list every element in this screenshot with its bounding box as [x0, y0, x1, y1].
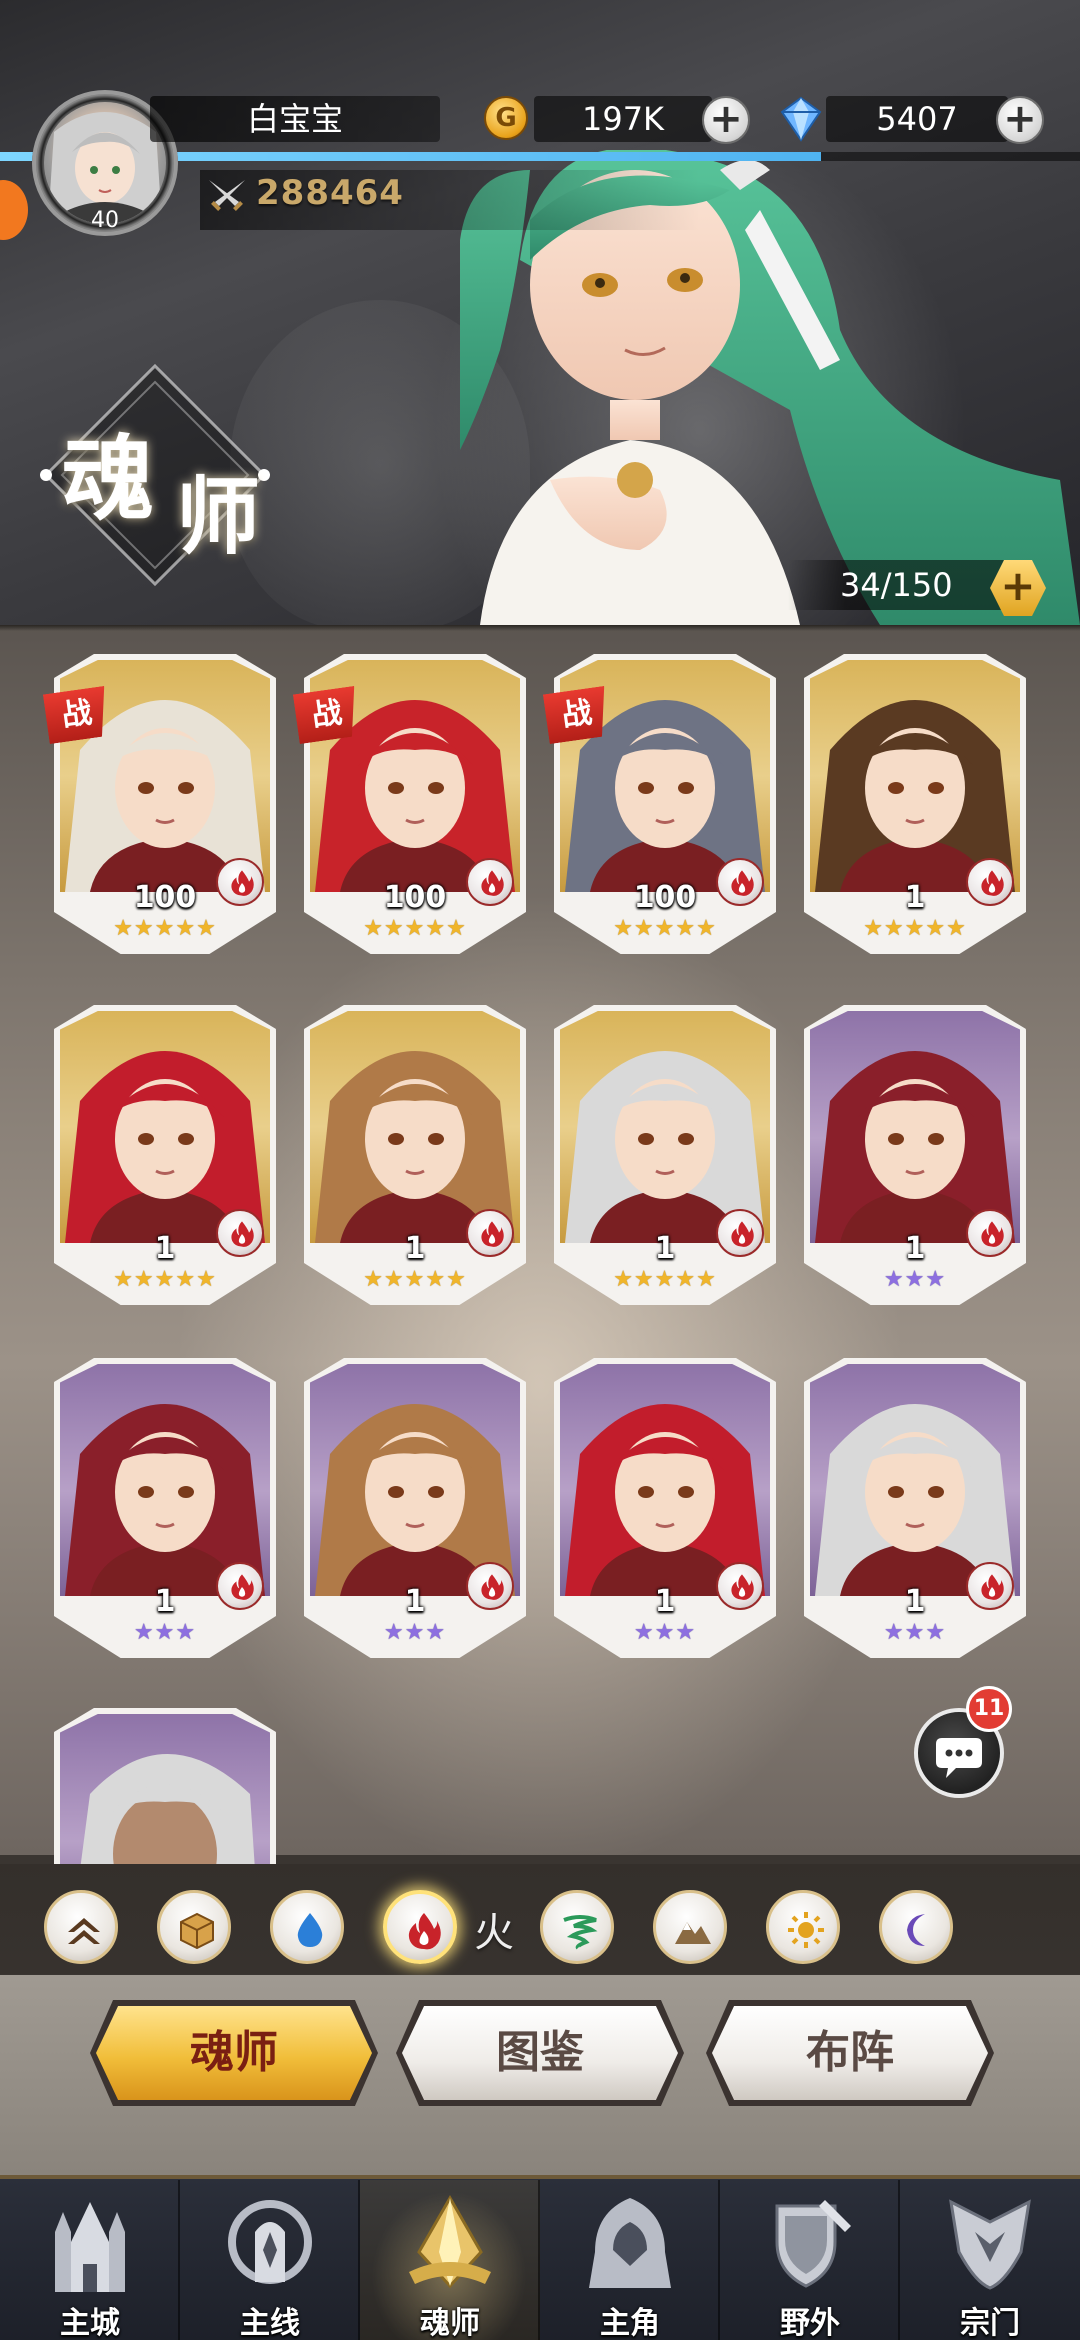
quest-portal-icon	[228, 2200, 312, 2284]
nav-main-line[interactable]: 主线	[180, 2180, 360, 2340]
hero-star-rating: ★★★★★	[613, 916, 717, 941]
in-battle-tag: 战	[43, 686, 111, 744]
fire-icon	[716, 858, 764, 906]
hero-card[interactable]: 战 100 ★★★★★	[554, 654, 776, 954]
filter-box[interactable]	[157, 1890, 231, 1964]
shield-sword-icon	[775, 2200, 851, 2288]
player-level: 40	[91, 208, 119, 233]
hero-star-rating: ★★★★★	[863, 916, 967, 941]
gold-coin-icon: G	[484, 96, 528, 140]
tab-formation[interactable]: 布阵	[712, 2006, 988, 2100]
hero-star-rating: ★★★★★	[113, 916, 217, 941]
tab-soul-master[interactable]: 魂师	[96, 2006, 372, 2100]
earth-icon	[675, 1922, 711, 1944]
fire-icon	[408, 1913, 441, 1950]
crystal-emblem-icon	[409, 2194, 491, 2289]
hero-star-rating: ★★★★★	[363, 1267, 467, 1292]
fire-icon	[216, 1209, 264, 1257]
castle-icon	[55, 2202, 125, 2292]
hero-card[interactable]: 1 ★★★	[54, 1358, 276, 1658]
hero-star-rating: ★★★★★	[113, 1267, 217, 1292]
hero-card-partial[interactable]	[54, 1708, 276, 1864]
hero-card[interactable]: 战 100 ★★★★★	[54, 654, 276, 954]
light-icon	[788, 1912, 824, 1948]
hero-star-rating: ★★★	[883, 1620, 947, 1645]
tab-codex[interactable]: 图鉴	[402, 2006, 678, 2100]
avatar[interactable]	[44, 102, 166, 224]
fire-icon	[216, 858, 264, 906]
filter-rank-up[interactable]	[44, 1890, 118, 1964]
fire-icon	[466, 858, 514, 906]
add-diamond-button[interactable]: +	[996, 96, 1044, 144]
hero-star-rating: ★★★	[133, 1620, 197, 1645]
hooded-figure-icon	[589, 2198, 671, 2288]
hero-card[interactable]: 1 ★★★★★	[804, 654, 1026, 954]
chat-bubble-icon	[936, 1738, 982, 1778]
crossed-swords-icon	[209, 180, 245, 211]
nav-protagonist[interactable]: 主角	[540, 2180, 720, 2340]
side-pet-icon[interactable]	[0, 180, 28, 240]
sect-crest-icon	[949, 2199, 1031, 2290]
fire-icon	[966, 1562, 1014, 1610]
filter-water[interactable]	[270, 1890, 344, 1964]
nav-wild-label: 野外	[780, 2306, 840, 2340]
hero-star-rating: ★★★	[883, 1267, 947, 1292]
nav-protagonist-label: 主角	[600, 2306, 660, 2340]
hero-star-rating: ★★★	[633, 1620, 697, 1645]
hero-portrait	[60, 1714, 270, 1864]
hero-star-rating: ★★★★★	[613, 1267, 717, 1292]
content-divider	[0, 625, 1080, 631]
fire-icon	[466, 1562, 514, 1610]
active-filter-label: 火	[474, 1910, 514, 1956]
combat-power-value: 288464	[256, 173, 404, 213]
page-title-char-2: 师	[176, 467, 261, 566]
fire-icon	[966, 1209, 1014, 1257]
nav-soul-master[interactable]: 魂师	[360, 2180, 540, 2340]
hero-star-rating: ★★★	[383, 1620, 447, 1645]
hero-card[interactable]: 1 ★★★	[804, 1358, 1026, 1658]
fire-icon	[216, 1562, 264, 1610]
filter-dark[interactable]	[879, 1890, 953, 1964]
fire-icon	[466, 1209, 514, 1257]
avatar-portrait-icon	[48, 112, 162, 224]
fire-icon	[966, 858, 1014, 906]
chat-unread-badge: 11	[966, 1686, 1012, 1732]
nav-main-city[interactable]: 主城	[0, 2180, 180, 2340]
nav-main-line-label: 主线	[240, 2306, 300, 2340]
dark-icon	[907, 1914, 925, 1946]
roster-capacity: 34/150	[788, 560, 1018, 610]
hero-card[interactable]: 战 100 ★★★★★	[304, 654, 526, 954]
rank-up-icon	[68, 1918, 100, 1944]
water-icon	[297, 1913, 323, 1947]
diamond-amount: 5407	[826, 96, 1008, 142]
filter-earth[interactable]	[653, 1890, 727, 1964]
filter-light[interactable]	[766, 1890, 840, 1964]
nav-soul-master-label: 魂师	[420, 2306, 480, 2340]
hero-card[interactable]: 1 ★★★	[554, 1358, 776, 1658]
hero-card[interactable]: 1 ★★★★★	[554, 1005, 776, 1305]
hero-card[interactable]: 1 ★★★★★	[54, 1005, 276, 1305]
filter-wind[interactable]	[540, 1890, 614, 1964]
nav-sect[interactable]: 宗门	[900, 2180, 1080, 2340]
fire-icon	[716, 1209, 764, 1257]
nav-sect-label: 宗门	[960, 2306, 1020, 2340]
player-name[interactable]: 白宝宝	[150, 96, 440, 142]
hero-star-rating: ★★★★★	[363, 916, 467, 941]
hero-card[interactable]: 1 ★★★★★	[304, 1005, 526, 1305]
add-gold-button[interactable]: +	[702, 96, 750, 144]
wind-icon	[563, 1915, 598, 1950]
nav-wild[interactable]: 野外	[720, 2180, 900, 2340]
hero-banner: 40 白宝宝 288464 197K G + 5407 + 魂 师 34/150…	[0, 0, 1080, 625]
gold-amount: 197K	[534, 96, 712, 142]
hero-card[interactable]: 1 ★★★	[304, 1358, 526, 1658]
box-icon	[180, 1912, 214, 1950]
page-title-char-1: 魂	[62, 425, 155, 533]
nav-main-city-label: 主城	[60, 2306, 120, 2340]
hero-card[interactable]: 1 ★★★	[804, 1005, 1026, 1305]
in-battle-tag: 战	[293, 686, 361, 744]
fire-icon	[716, 1562, 764, 1610]
filter-fire[interactable]	[383, 1890, 457, 1964]
in-battle-tag: 战	[543, 686, 611, 744]
diamond-icon	[780, 96, 822, 142]
